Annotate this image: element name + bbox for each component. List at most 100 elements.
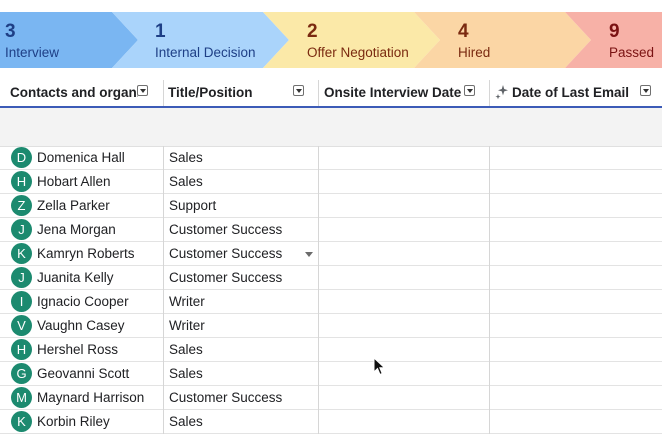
contact-cell[interactable]: H Hershel Ross [0,338,163,362]
last-email-cell[interactable] [489,266,662,290]
table-row[interactable]: M Maynard Harrison Customer Success [0,386,662,410]
onsite-date-cell[interactable] [318,338,489,362]
last-email-cell[interactable] [489,338,662,362]
title-cell[interactable]: Customer Success [163,242,318,266]
table-row[interactable]: G Geovanni Scott Sales [0,362,662,386]
title-cell[interactable]: Sales [163,170,318,194]
stage-label: Internal Decision [155,45,256,60]
stage-label: Passed [609,45,655,60]
dropdown-icon[interactable] [640,85,651,96]
last-email-cell[interactable] [489,386,662,410]
onsite-date-cell[interactable] [318,314,489,338]
contact-cell[interactable]: J Jena Morgan [0,218,163,242]
table-row[interactable]: H Hobart Allen Sales [0,170,662,194]
contact-cell[interactable]: K Kamryn Roberts [0,242,163,266]
contact-cell[interactable]: I Ignacio Cooper [0,290,163,314]
title-cell[interactable]: Customer Success [163,218,318,242]
column-header-date-of-last-email[interactable]: Date of Last Email [489,80,662,106]
onsite-date-cell[interactable] [318,170,489,194]
contact-name: Vaughn Casey [37,318,125,333]
stage-offer-negotiation[interactable]: 2 Offer Negotiation [302,0,422,70]
last-email-cell[interactable] [489,410,662,434]
contact-cell[interactable]: H Hobart Allen [0,170,163,194]
contact-name: Jena Morgan [37,222,116,237]
avatar: M [11,387,32,408]
title-value: Customer Success [169,222,283,237]
contact-name: Ignacio Cooper [37,294,129,309]
table-row[interactable]: Z Zella Parker Support [0,194,662,218]
dropdown-icon[interactable] [464,85,475,96]
contact-name: Domenica Hall [37,150,125,165]
onsite-date-cell[interactable] [318,146,489,170]
column-header-contacts[interactable]: Contacts and organizatio [0,80,163,106]
onsite-date-cell[interactable] [318,218,489,242]
column-header-title[interactable]: Title/Position [163,80,318,106]
table-row[interactable]: K Korbin Riley Sales [0,410,662,434]
stage-count: 9 [609,21,620,42]
onsite-date-cell[interactable] [318,242,489,266]
sparkle-icon [495,85,508,100]
mouse-cursor-icon [373,357,386,376]
onsite-date-cell[interactable] [318,194,489,218]
title-value: Writer [169,318,205,333]
title-value: Sales [169,342,203,357]
contact-cell[interactable]: Z Zella Parker [0,194,163,218]
onsite-date-cell[interactable] [318,362,489,386]
stage-count: 1 [155,21,166,42]
onsite-date-cell[interactable] [318,290,489,314]
title-cell[interactable]: Customer Success [163,386,318,410]
last-email-cell[interactable] [489,314,662,338]
stage-passed[interactable]: 9 Passed [604,0,662,70]
table-row[interactable]: J Jena Morgan Customer Success [0,218,662,242]
contact-name: Geovanni Scott [37,366,130,381]
avatar: V [11,315,32,336]
stage-interview[interactable]: 3 Interview [0,0,112,70]
contact-cell[interactable]: V Vaughn Casey [0,314,163,338]
last-email-cell[interactable] [489,170,662,194]
column-header-label: Onsite Interview Date [324,85,462,100]
onsite-date-cell[interactable] [318,266,489,290]
title-cell[interactable]: Sales [163,410,318,434]
onsite-date-cell[interactable] [318,386,489,410]
title-value: Customer Success [169,390,283,405]
last-email-cell[interactable] [489,242,662,266]
contact-cell[interactable]: M Maynard Harrison [0,386,163,410]
avatar: J [11,267,32,288]
table-row[interactable]: V Vaughn Casey Writer [0,314,662,338]
title-cell[interactable]: Writer [163,314,318,338]
contact-name: Juanita Kelly [37,270,114,285]
title-cell[interactable]: Customer Success [163,266,318,290]
title-cell[interactable]: Sales [163,338,318,362]
stage-hired[interactable]: 4 Hired [453,0,563,70]
avatar: I [11,291,32,312]
onsite-date-cell[interactable] [318,410,489,434]
last-email-cell[interactable] [489,146,662,170]
table-row[interactable]: I Ignacio Cooper Writer [0,290,662,314]
contact-cell[interactable]: D Domenica Hall [0,146,163,170]
last-email-cell[interactable] [489,194,662,218]
avatar: K [11,243,32,264]
table-row[interactable]: D Domenica Hall Sales [0,146,662,170]
title-cell[interactable]: Sales [163,146,318,170]
last-email-cell[interactable] [489,290,662,314]
contact-name: Hershel Ross [37,342,119,357]
dropdown-icon[interactable] [293,85,304,96]
stage-internal-decision[interactable]: 1 Internal Decision [150,0,270,70]
dropdown-icon[interactable] [137,85,148,96]
column-header-label: Date of Last Email [512,85,630,100]
table-row[interactable]: K Kamryn Roberts Customer Success [0,242,662,266]
title-cell[interactable]: Writer [163,290,318,314]
contact-cell[interactable]: G Geovanni Scott [0,362,163,386]
contact-cell[interactable]: J Juanita Kelly [0,266,163,290]
last-email-cell[interactable] [489,362,662,386]
chevron-down-icon[interactable] [305,252,313,257]
title-value: Writer [169,294,205,309]
table-row[interactable]: H Hershel Ross Sales [0,338,662,362]
table-row[interactable]: J Juanita Kelly Customer Success [0,266,662,290]
column-header-onsite-interview-date[interactable]: Onsite Interview Date [318,80,489,106]
title-cell[interactable]: Sales [163,362,318,386]
title-value: Support [169,198,217,213]
title-cell[interactable]: Support [163,194,318,218]
last-email-cell[interactable] [489,218,662,242]
contact-cell[interactable]: K Korbin Riley [0,410,163,434]
